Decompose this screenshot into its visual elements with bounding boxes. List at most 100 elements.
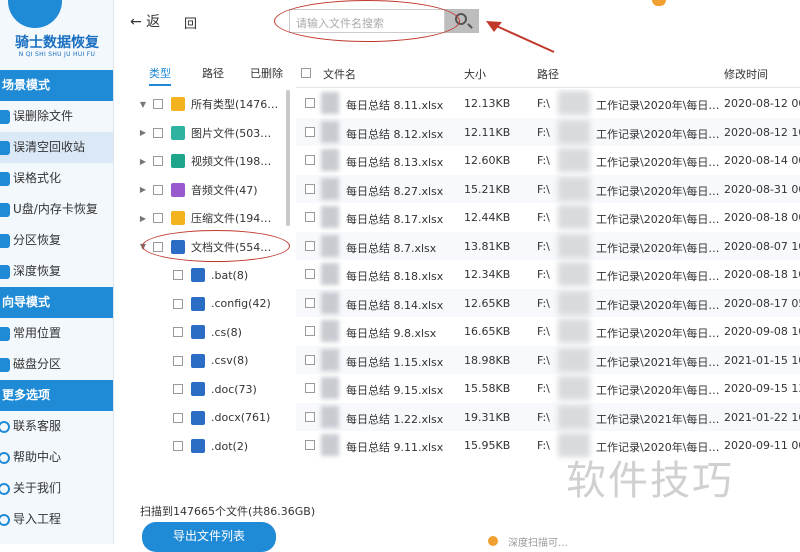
tree-row[interactable]: ▶ 图片文件(503… [138, 119, 288, 148]
tree-row[interactable]: .config(42) [138, 290, 288, 319]
expand-caret-icon[interactable]: ▶ [138, 128, 148, 137]
table-row[interactable]: 每日总结 8.18.xlsx 12.34KB F:\ 工作记录\2020年\每日… 20… [296, 260, 800, 289]
file-name: 每日总结 8.17.xlsx [346, 213, 444, 226]
file-path: 工作记录\2020年\每日… [596, 99, 720, 112]
tree-row[interactable]: ▶ 音频文件(47) [138, 176, 288, 205]
tree-row[interactable]: ▼ 所有类型(1476… [138, 90, 288, 119]
row-checkbox[interactable] [305, 411, 315, 422]
tree-row[interactable]: ▼ 文档文件(554… [138, 233, 288, 262]
tree-checkbox[interactable] [173, 270, 183, 281]
sidebar: 骑士数据恢复 N QI SHI SHU JU HUI FU 场景模式 误删除文件误… [0, 0, 114, 544]
back-button[interactable]: ← 返 [130, 11, 160, 31]
tab-deleted[interactable]: 已删除 [250, 65, 283, 81]
expand-caret-icon[interactable]: ▶ [138, 185, 148, 194]
sidebar-item[interactable]: 误清空回收站 [0, 132, 113, 163]
tree-row[interactable]: .bat(8) [138, 261, 288, 290]
row-checkbox[interactable] [305, 354, 315, 365]
tree-checkbox[interactable] [173, 355, 183, 366]
sidebar-nav: 场景模式 误删除文件 误清空回收站 误格式化 U盘/内存卡恢复 分区恢复 深度恢复 向导模式常… [0, 70, 113, 535]
tree-checkbox[interactable] [173, 298, 183, 309]
row-checkbox[interactable] [305, 155, 315, 165]
blurred-region [558, 91, 590, 115]
select-all-checkbox[interactable] [301, 68, 311, 78]
tree-row[interactable]: ▶ 视频文件(198… [138, 147, 288, 176]
file-type-icon [171, 182, 185, 197]
file-size: 12.11KB [464, 125, 511, 139]
table-row[interactable]: 每日总结 9.8.xlsx 16.65KB F:\ 工作记录\2020年\每日… 202… [296, 317, 800, 346]
sidebar-item[interactable]: 误删除文件 [0, 101, 113, 132]
col-modified[interactable]: 修改时间 [724, 66, 768, 82]
sidebar-item[interactable]: 联系客服 [0, 411, 113, 442]
blurred-region [558, 233, 590, 258]
export-list-button[interactable]: 导出文件列表 [142, 522, 276, 552]
blurred-region [321, 92, 339, 114]
tree-row[interactable]: .cs(8) [138, 318, 288, 347]
file-type-icon [191, 382, 205, 397]
table-row[interactable]: 每日总结 1.15.xlsx 18.98KB F:\ 工作记录\2021年\每日… 20… [296, 345, 800, 374]
file-modified: 2020-09-08 10 [724, 325, 800, 338]
search-input[interactable]: 请输入文件名搜索 [289, 9, 445, 33]
tree-row[interactable]: .doc(73) [138, 375, 288, 404]
expand-caret-icon[interactable]: ▶ [138, 157, 148, 166]
notification-icon[interactable] [652, 0, 666, 6]
tree-checkbox[interactable] [173, 327, 183, 338]
tree-checkbox[interactable] [153, 184, 163, 195]
table-row[interactable]: 每日总结 8.14.xlsx 12.65KB F:\ 工作记录\2020年\每日… 20… [296, 288, 800, 317]
tree-checkbox[interactable] [153, 156, 163, 167]
tree-row[interactable]: .csv(8) [138, 347, 288, 376]
row-checkbox[interactable] [305, 383, 315, 393]
tree-row[interactable]: .docx(761) [138, 404, 288, 433]
row-checkbox[interactable] [305, 326, 315, 336]
path-prefix: F:\ [537, 211, 550, 224]
sidebar-item[interactable]: U盘/内存卡恢复 [0, 194, 113, 225]
tree-row[interactable]: .dot(2) [138, 432, 288, 461]
sidebar-item[interactable]: 深度恢复 [0, 256, 113, 287]
sidebar-item-label: 误删除文件 [13, 109, 74, 123]
table-row[interactable]: 每日总结 8.17.xlsx 12.44KB F:\ 工作记录\2020年\每日… 20… [296, 203, 800, 232]
table-row[interactable]: 每日总结 9.15.xlsx 15.58KB F:\ 工作记录\2020年\每日… 20… [296, 374, 800, 403]
tab-type[interactable]: 类型 [149, 65, 171, 86]
row-checkbox[interactable] [305, 440, 315, 450]
home-button[interactable]: 回 [184, 13, 197, 32]
search-button[interactable] [445, 9, 479, 33]
sidebar-item-label: U盘/内存卡恢复 [13, 202, 98, 216]
row-checkbox[interactable] [305, 212, 315, 222]
col-name[interactable]: 文件名 [323, 66, 356, 82]
tree-checkbox[interactable] [153, 241, 163, 252]
table-row[interactable]: 每日总结 8.11.xlsx 12.13KB F:\ 工作记录\2020年\每日… 20… [296, 89, 800, 118]
row-checkbox[interactable] [305, 269, 315, 279]
col-path[interactable]: 路径 [537, 66, 559, 82]
sidebar-item[interactable]: 误格式化 [0, 163, 113, 194]
expand-caret-icon[interactable]: ▼ [138, 100, 148, 109]
sidebar-item[interactable]: 分区恢复 [0, 225, 113, 256]
sidebar-item[interactable]: 导入工程 [0, 504, 113, 535]
col-size[interactable]: 大小 [464, 66, 486, 82]
row-checkbox[interactable] [305, 98, 315, 108]
tree-checkbox[interactable] [173, 441, 183, 452]
row-checkbox[interactable] [305, 126, 315, 137]
row-checkbox[interactable] [305, 297, 315, 308]
tree-scrollbar[interactable] [286, 90, 290, 226]
table-row[interactable]: 每日总结 8.7.xlsx 13.81KB F:\ 工作记录\2020年\每日… 202… [296, 231, 800, 260]
sidebar-item[interactable]: 关于我们 [0, 473, 113, 504]
table-row[interactable]: 每日总结 8.27.xlsx 15.21KB F:\ 工作记录\2020年\每日… 20… [296, 174, 800, 203]
file-type-icon [171, 125, 185, 140]
expand-caret-icon[interactable]: ▼ [138, 242, 148, 251]
tree-checkbox[interactable] [173, 412, 183, 423]
tree-checkbox[interactable] [173, 384, 183, 395]
table-row[interactable]: 每日总结 8.13.xlsx 12.60KB F:\ 工作记录\2020年\每日… 20… [296, 146, 800, 175]
tree-checkbox[interactable] [153, 213, 163, 224]
tree-checkbox[interactable] [153, 99, 163, 110]
sidebar-item[interactable]: 帮助中心 [0, 442, 113, 473]
sidebar-item[interactable]: 常用位置 [0, 318, 113, 349]
tab-path[interactable]: 路径 [202, 65, 224, 81]
tree-row[interactable]: ▶ 压缩文件(194… [138, 204, 288, 233]
expand-caret-icon[interactable]: ▶ [138, 214, 148, 223]
table-row[interactable]: 每日总结 8.12.xlsx 12.11KB F:\ 工作记录\2020年\每日… 20… [296, 117, 800, 146]
row-checkbox[interactable] [305, 183, 315, 194]
row-checkbox[interactable] [305, 240, 315, 251]
table-row[interactable]: 每日总结 1.22.xlsx 19.31KB F:\ 工作记录\2021年\每日… 20… [296, 402, 800, 431]
blurred-region [321, 206, 339, 228]
tree-checkbox[interactable] [153, 127, 163, 138]
sidebar-item[interactable]: 磁盘分区 [0, 349, 113, 380]
